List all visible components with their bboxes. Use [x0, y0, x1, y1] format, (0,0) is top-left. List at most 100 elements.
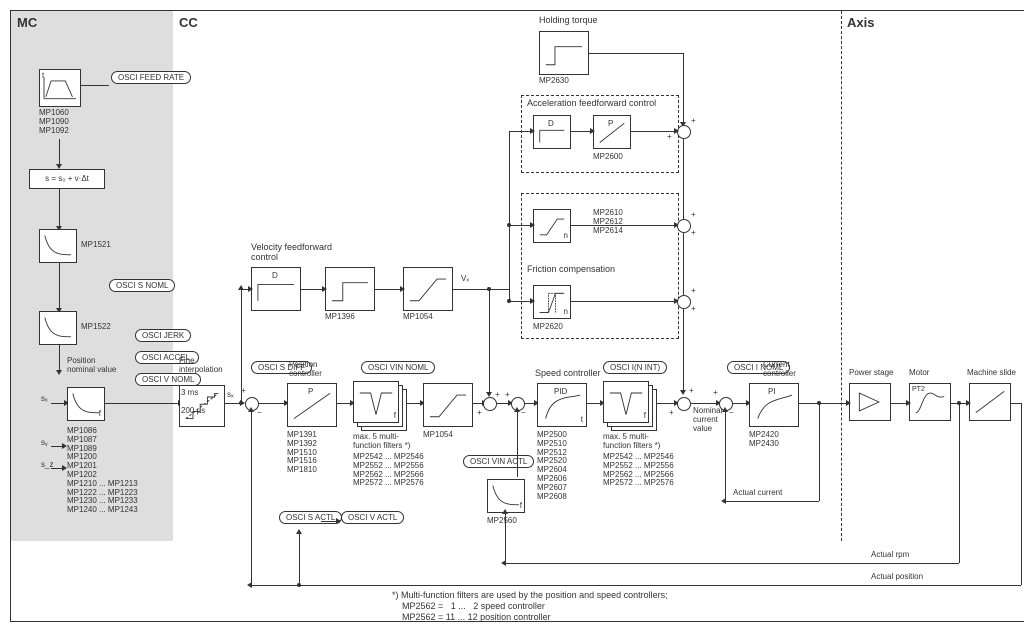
plus-speed: + [505, 391, 510, 400]
arr-pos-out [337, 403, 351, 404]
holding-torque-lbl: Holding torque [539, 16, 598, 26]
block-n2: n [533, 285, 571, 319]
fb-cur-up [725, 411, 726, 501]
arr-sx-to-cc [105, 403, 179, 404]
arr-filter2-out [657, 403, 675, 404]
line-sum-v2 [683, 233, 684, 295]
sum-accel [677, 125, 691, 139]
pos-mp: MP1391 MP1392 MP1510 MP1516 MP1810 [287, 431, 317, 475]
multifilter2-lbl: max. 5 multi- function filters *) [603, 433, 660, 451]
arr-accel-dp [571, 131, 591, 132]
arr-n1-out [571, 225, 675, 226]
arr-fi-to-velff [241, 289, 249, 290]
arr-speed-out [587, 403, 601, 404]
multifilter-mp: MP2542 ... MP2546 MP2552 ... MP2556 MP25… [353, 453, 424, 488]
plus-vxb: + [495, 391, 500, 400]
arr-to-accel [509, 131, 531, 132]
multifilter-lbl: max. 5 multi- function filters *) [353, 433, 410, 451]
satur-icon-3 [426, 386, 470, 424]
arr-sz [51, 468, 63, 469]
sy-lbl: sᵧ [41, 439, 48, 448]
friction-lbl: Friction compensation [527, 265, 615, 275]
mp2630-lbl: MP2630 [539, 77, 569, 86]
block-pos-p: P [287, 383, 337, 427]
n-lbl1: n [564, 232, 568, 241]
block-accel-d: D [533, 115, 571, 149]
plus4: + [691, 287, 696, 296]
plus-cur: + [713, 389, 718, 398]
fb-rpm-h [505, 563, 959, 564]
line-sum-v1 [683, 139, 684, 219]
block-cur-pi: PI [749, 383, 799, 427]
notch-icon-2 [606, 384, 646, 420]
osci-sactl: OSCI S ACTL [279, 511, 342, 524]
arr-n2-out [571, 301, 675, 302]
arr-vel2 [375, 289, 401, 290]
minus-pos: − [257, 409, 262, 418]
multifilter2-mp: MP2542 ... MP2546 MP2552 ... MP2556 MP25… [603, 453, 674, 488]
arr-vx-down [489, 289, 490, 393]
p-icon [596, 118, 628, 146]
block-vprofile: t [39, 69, 81, 107]
v-axis: t [42, 72, 44, 81]
fb-rpm-up [505, 513, 506, 563]
fb-cur-v [819, 403, 820, 501]
arr-sumvx-out [497, 403, 509, 404]
block-machine-slide [969, 383, 1011, 421]
arr-to-speed [525, 403, 535, 404]
arr-mc-d2 [59, 189, 60, 227]
sum-n2 [677, 295, 691, 309]
osci-snoml: OSCI S NOML [109, 279, 175, 292]
control-loop-diagram: MC CC Axis OSCI FEED RATE t MP1060 MP109… [10, 10, 1024, 622]
block-mp1522 [39, 311, 77, 345]
plus3: + [691, 211, 696, 220]
arr-accel-out [631, 131, 675, 132]
plus-nc2: + [689, 387, 694, 396]
step-icon-2 [328, 270, 372, 308]
notch-icon [356, 384, 396, 420]
mp-list: MP1086 MP1087 MP1089 MP1200 MP1201 MP120… [67, 427, 138, 515]
vel-ff-lbl: Velocity feedforward control [251, 243, 332, 263]
block-power-stage [849, 383, 891, 421]
plus2: + [667, 133, 672, 142]
fb-cur-h [725, 501, 819, 502]
mc-title: MC [17, 15, 37, 30]
sum-nomcur [677, 397, 691, 411]
block-holding-torque [539, 31, 589, 75]
actual-current-lbl: Actual current [733, 489, 782, 498]
p-icon-2 [290, 386, 334, 424]
satur-icon-2 [406, 270, 450, 308]
pid-icon [540, 386, 584, 424]
arr-sy [51, 446, 63, 447]
actual-pos-lbl: Actual position [871, 573, 923, 582]
osci-jerk: OSCI JERK [135, 329, 191, 342]
f-lbl-2: f [644, 412, 646, 421]
arr-to-curctrl [733, 403, 747, 404]
fine-interp-lbl: Fine interpolation [179, 357, 223, 375]
mp-group1: MP1060 MP1090 MP1092 [39, 109, 69, 135]
arr-to-n2 [509, 301, 531, 302]
mp-accel-group: MP2610 MP2612 MP2614 [593, 209, 623, 235]
block-clip2 [423, 383, 473, 427]
arr-curctrl-out [799, 403, 847, 404]
plus-pos: + [241, 387, 246, 396]
power-stage-lbl: Power stage [849, 369, 893, 378]
osci-feedrate: OSCI FEED RATE [111, 71, 191, 84]
arr-mc-d1 [59, 139, 60, 165]
arr-filter1-out [407, 403, 421, 404]
block-speed-pid: PID t [537, 383, 587, 427]
plus3b: + [691, 229, 696, 238]
plus-vxa: + [477, 409, 482, 418]
fb-sactl-up [299, 533, 300, 583]
motor-lbl: Motor [909, 369, 929, 378]
eqn-text: s = s₀ + v·Δt [45, 174, 89, 183]
line-ht-h [589, 53, 683, 54]
trapezoid-icon [42, 72, 78, 104]
triangle-icon [852, 386, 888, 418]
minus-cur: − [729, 409, 734, 418]
d-icon-2 [254, 270, 298, 308]
minus-speed: − [521, 409, 526, 418]
axis-title: Axis [847, 15, 874, 30]
footnote: *) Multi-function filters are used by th… [392, 590, 668, 622]
block-vel-d: D [251, 267, 301, 311]
